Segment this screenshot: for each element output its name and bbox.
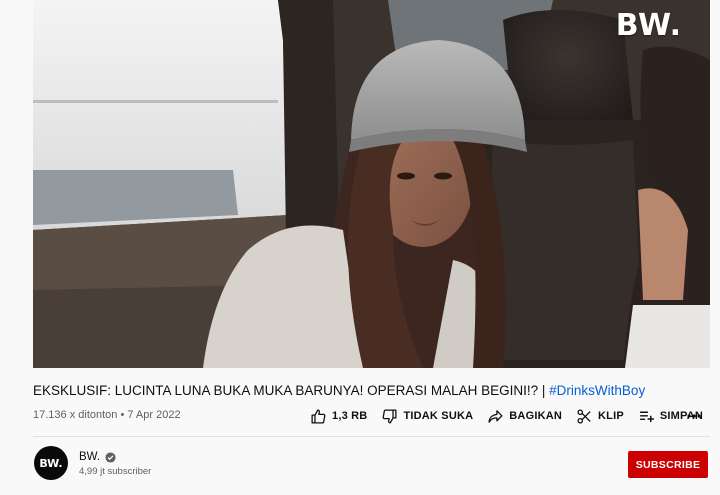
playlist-add-icon <box>640 411 654 422</box>
subscriber-count: 4,99 jt subscriber <box>79 466 152 477</box>
clip-button[interactable]: KLIP <box>576 408 624 425</box>
channel-watermark: BW. <box>615 8 682 43</box>
subscribe-button[interactable]: SUBSCRIBE <box>628 451 708 478</box>
more-horizontal-icon[interactable] <box>686 408 702 424</box>
share-icon <box>488 409 503 423</box>
like-button[interactable]: 1,3 RB <box>310 408 367 425</box>
hashtag-link[interactable]: #DrinksWithBoy <box>549 383 645 398</box>
divider <box>33 436 710 437</box>
share-button[interactable]: BAGIKAN <box>487 408 562 425</box>
channel-name-link[interactable]: BW. <box>79 451 116 463</box>
thumbs-up-icon <box>311 408 326 424</box>
like-count: 1,3 RB <box>332 410 368 422</box>
video-title-text: EKSKLUSIF: LUCINTA LUNA BUKA MUKA BARUNY… <box>33 383 550 398</box>
thumbs-down-icon <box>383 408 397 424</box>
channel-name: BW. <box>79 451 101 463</box>
scissors-icon <box>577 408 591 424</box>
verified-check-icon <box>105 451 116 463</box>
video-title: EKSKLUSIF: LUCINTA LUNA BUKA MUKA BARUNY… <box>33 382 713 399</box>
channel-avatar[interactable]: BW. <box>34 446 68 480</box>
dislike-label: TIDAK SUKA <box>403 410 474 422</box>
watch-page: BW. EKSKLUSIF: LUCINTA LUNA BUKA MUKA BA… <box>0 0 720 495</box>
view-count-date: 17.136 x ditonton • 7 Apr 2022 <box>33 409 181 421</box>
video-player[interactable]: BW. <box>33 0 710 368</box>
clip-label: KLIP <box>598 410 624 422</box>
share-label: BAGIKAN <box>509 410 563 422</box>
video-frame <box>33 0 710 368</box>
action-bar: 1,3 RB TIDAK SUKA BAGIKAN KLIP SIMPAN <box>310 403 717 429</box>
dislike-button[interactable]: TIDAK SUKA <box>381 408 473 425</box>
avatar-text: BW. <box>39 456 63 470</box>
